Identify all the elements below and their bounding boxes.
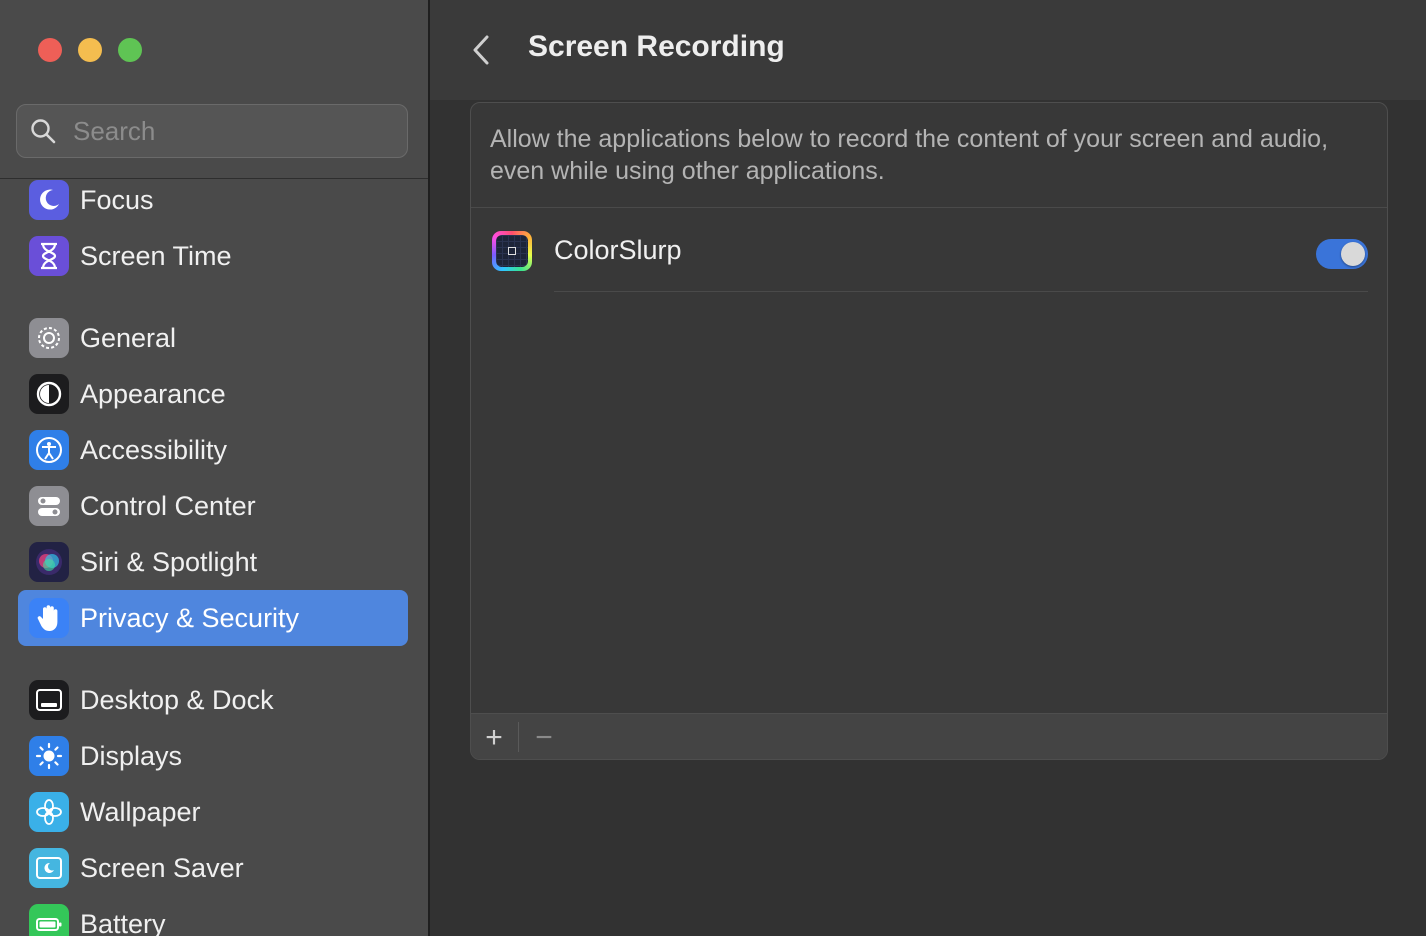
battery-icon [29,904,69,936]
back-button[interactable] [464,30,498,70]
sidebar-item-screen-saver[interactable]: Screen Saver [18,840,408,896]
sidebar-item-label: Control Center [80,490,256,521]
close-button[interactable] [38,38,62,62]
app-permission-toggle[interactable] [1316,239,1368,269]
appearance-icon [29,374,69,414]
divider [554,291,1368,292]
sidebar-item-label: Wallpaper [80,796,201,827]
sidebar-item-accessibility[interactable]: Accessibility [18,422,408,478]
sidebar-item-label: General [80,322,177,353]
toggle-knob [1341,242,1365,266]
search-icon [31,119,56,144]
siri-icon [29,542,69,582]
sidebar-item-appearance[interactable]: Appearance [18,366,408,422]
sidebar: Focus Screen Time General Appearance Acc… [0,0,430,936]
window-controls [38,38,142,62]
hourglass-icon [29,236,69,276]
screen-recording-panel: Allow the applications below to record t… [470,102,1388,760]
sidebar-item-label: Siri & Spotlight [80,546,258,577]
sidebar-item-privacy-security[interactable]: Privacy & Security [18,590,408,646]
panel-description: Allow the applications below to record t… [490,125,1329,185]
sidebar-item-label: Focus [80,184,154,215]
moon-icon [29,180,69,220]
sidebar-item-label: Privacy & Security [80,602,300,633]
divider [518,722,519,752]
add-app-button[interactable]: + [471,714,517,759]
sun-icon [29,736,69,776]
sidebar-item-label: Screen Time [80,240,232,271]
sidebar-item-focus[interactable]: Focus [18,172,408,228]
gear-icon [29,318,69,358]
sidebar-item-battery[interactable]: Battery [18,896,408,936]
sidebar-item-label: Accessibility [80,434,228,465]
sidebar-item-general[interactable]: General [18,310,408,366]
sidebar-item-label: Screen Saver [80,852,244,883]
list-footer: + − [471,713,1387,759]
sidebar-item-label: Desktop & Dock [80,684,274,715]
header: Screen Recording [430,0,1426,100]
toggles-icon [29,486,69,526]
sidebar-item-wallpaper[interactable]: Wallpaper [18,784,408,840]
divider [471,207,1387,208]
dock-icon [29,680,69,720]
search-box[interactable] [16,104,408,158]
main-content: Screen Recording Allow the applications … [430,0,1426,936]
flower-icon [29,792,69,832]
sidebar-item-label: Battery [80,908,166,936]
page-title: Screen Recording [528,30,785,63]
minimize-button[interactable] [78,38,102,62]
accessibility-icon [29,430,69,470]
screensaver-icon [29,848,69,888]
remove-app-button[interactable]: − [521,714,567,759]
app-name: ColorSlurp [554,235,682,265]
zoom-button[interactable] [118,38,142,62]
chevron-left-icon [473,35,489,65]
sidebar-item-control-center[interactable]: Control Center [18,478,408,534]
sidebar-item-screen-time[interactable]: Screen Time [18,228,408,284]
sidebar-item-displays[interactable]: Displays [18,728,408,784]
sidebar-item-desktop-dock[interactable]: Desktop & Dock [18,672,408,728]
sidebar-item-label: Displays [80,740,183,771]
search-input[interactable] [71,114,375,148]
sidebar-item-siri-spotlight[interactable]: Siri & Spotlight [18,534,408,590]
app-row: ColorSlurp [471,209,1387,293]
hand-icon [29,598,69,638]
colorslurp-app-icon [492,231,532,271]
sidebar-item-label: Appearance [80,378,226,409]
